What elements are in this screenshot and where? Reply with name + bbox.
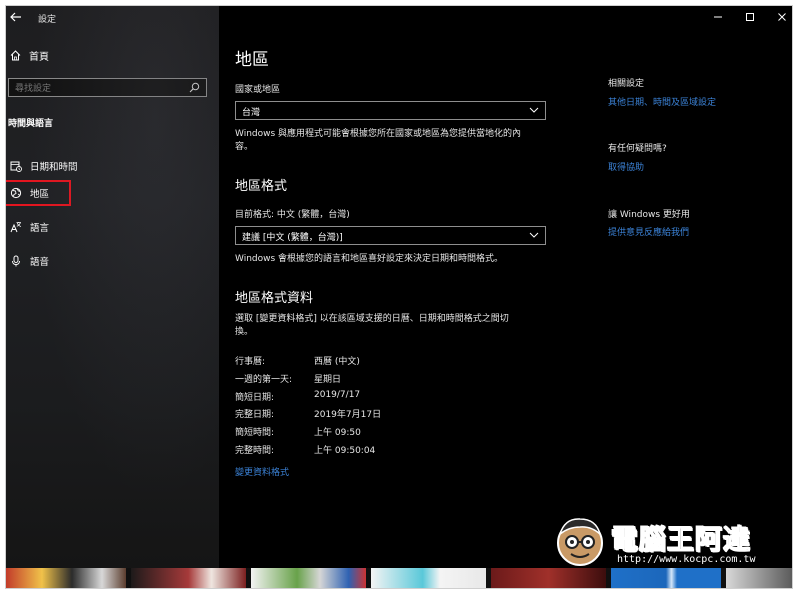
sidebar-item-label: 地區 xyxy=(30,189,50,200)
sidebar-home[interactable]: 首頁 xyxy=(10,48,49,63)
format-data-description: 選取 [變更資料格式] 以在該區域支援的日曆、日期和時間格式之間切 換。 xyxy=(235,314,509,337)
sidebar-title-bar: 設定 xyxy=(6,6,219,28)
additional-settings-link[interactable]: 其他日期、時間及區域設定 xyxy=(608,95,716,108)
sidebar-item-label: 日期和時間 xyxy=(30,162,78,173)
tile xyxy=(611,568,721,588)
sidebar-item-label: 語音 xyxy=(30,257,50,268)
tile xyxy=(6,568,126,588)
close-button[interactable] xyxy=(767,6,792,28)
mascot-face-icon xyxy=(557,518,603,566)
format-value: 建議 [中文 (繁體，台灣)] xyxy=(242,233,343,243)
main-content: 地區 國家或地區 台灣 Windows 與應用程式可能會根據您所在國家或地區為您… xyxy=(219,6,792,568)
app-title: 設定 xyxy=(38,15,57,25)
format-heading: 地區格式 xyxy=(235,179,288,194)
minimize-icon xyxy=(714,16,722,18)
background-tiles-strip xyxy=(6,568,792,588)
help-heading: 有任何疑問嗎? xyxy=(608,144,667,154)
search-icon[interactable] xyxy=(189,82,200,93)
country-label: 國家或地區 xyxy=(235,85,281,95)
back-arrow-icon[interactable] xyxy=(10,12,22,22)
microphone-icon xyxy=(12,255,20,267)
maximize-icon xyxy=(746,13,754,21)
watermark: 電腦王阿達 http://www.kocpc.com.tw xyxy=(551,512,791,570)
sidebar-item-label: 語言 xyxy=(30,223,50,234)
search-input[interactable] xyxy=(13,79,187,98)
tile xyxy=(131,568,246,588)
country-value: 台灣 xyxy=(242,108,261,118)
format-row: 簡短時間: 上午 09:50 xyxy=(235,428,361,438)
format-description: Windows 會根據您的語言和地區喜好設定來決定日期和時間格式。 xyxy=(235,254,504,264)
tile xyxy=(371,568,486,588)
tile xyxy=(726,568,792,588)
chevron-down-icon xyxy=(529,232,539,238)
minimize-button[interactable] xyxy=(703,6,733,28)
format-data-heading: 地區格式資料 xyxy=(235,291,314,306)
globe-region-icon xyxy=(10,187,22,199)
chevron-down-icon xyxy=(529,107,539,113)
sidebar-item-date-time[interactable]: 日期和時間 xyxy=(6,155,216,177)
search-box[interactable] xyxy=(8,78,207,98)
format-row: 完整時間: 上午 09:50:04 xyxy=(235,446,376,456)
maximize-button[interactable] xyxy=(735,6,765,28)
related-settings-heading: 相關設定 xyxy=(608,79,645,89)
format-row: 完整日期: 2019年7月17日 xyxy=(235,410,382,420)
format-row: 簡短日期: 2019/7/17 xyxy=(235,390,361,403)
close-icon xyxy=(778,13,786,21)
sidebar: 設定 首頁 時間與語言 日期和時間 xyxy=(6,6,219,568)
format-dropdown[interactable]: 建議 [中文 (繁體，台灣)] xyxy=(235,226,546,245)
sidebar-section-title: 時間與語言 xyxy=(8,119,54,129)
sidebar-item-region[interactable]: 地區 xyxy=(6,180,71,206)
sidebar-item-language[interactable]: 語言 xyxy=(6,216,216,238)
current-format-label: 目前格式: 中文 (繁體，台灣) xyxy=(235,210,350,220)
calendar-clock-icon xyxy=(10,161,22,172)
watermark-url: http://www.kocpc.com.tw xyxy=(617,554,756,565)
get-help-link[interactable]: 取得協助 xyxy=(608,160,644,173)
page-title: 地區 xyxy=(235,50,269,70)
format-row: 一週的第一天: 星期日 xyxy=(235,375,342,385)
home-label: 首頁 xyxy=(29,52,49,63)
sidebar-item-speech[interactable]: 語音 xyxy=(6,250,216,272)
feedback-link[interactable]: 提供意見反應給我們 xyxy=(608,225,689,238)
change-data-format-link[interactable]: 變更資料格式 xyxy=(235,465,289,478)
language-icon xyxy=(10,222,22,233)
settings-window: 設定 首頁 時間與語言 日期和時間 xyxy=(6,6,792,588)
home-icon xyxy=(10,50,21,61)
watermark-text: 電腦王阿達 xyxy=(611,525,751,557)
country-dropdown[interactable]: 台灣 xyxy=(235,101,546,120)
improve-heading: 讓 Windows 更好用 xyxy=(608,210,690,220)
country-description: Windows 與應用程式可能會根據您所在國家或地區為您提供當地化的內 容。 xyxy=(235,129,522,152)
tile xyxy=(251,568,366,588)
tile xyxy=(491,568,606,588)
format-row: 行事曆: 西曆 (中文) xyxy=(235,357,360,367)
